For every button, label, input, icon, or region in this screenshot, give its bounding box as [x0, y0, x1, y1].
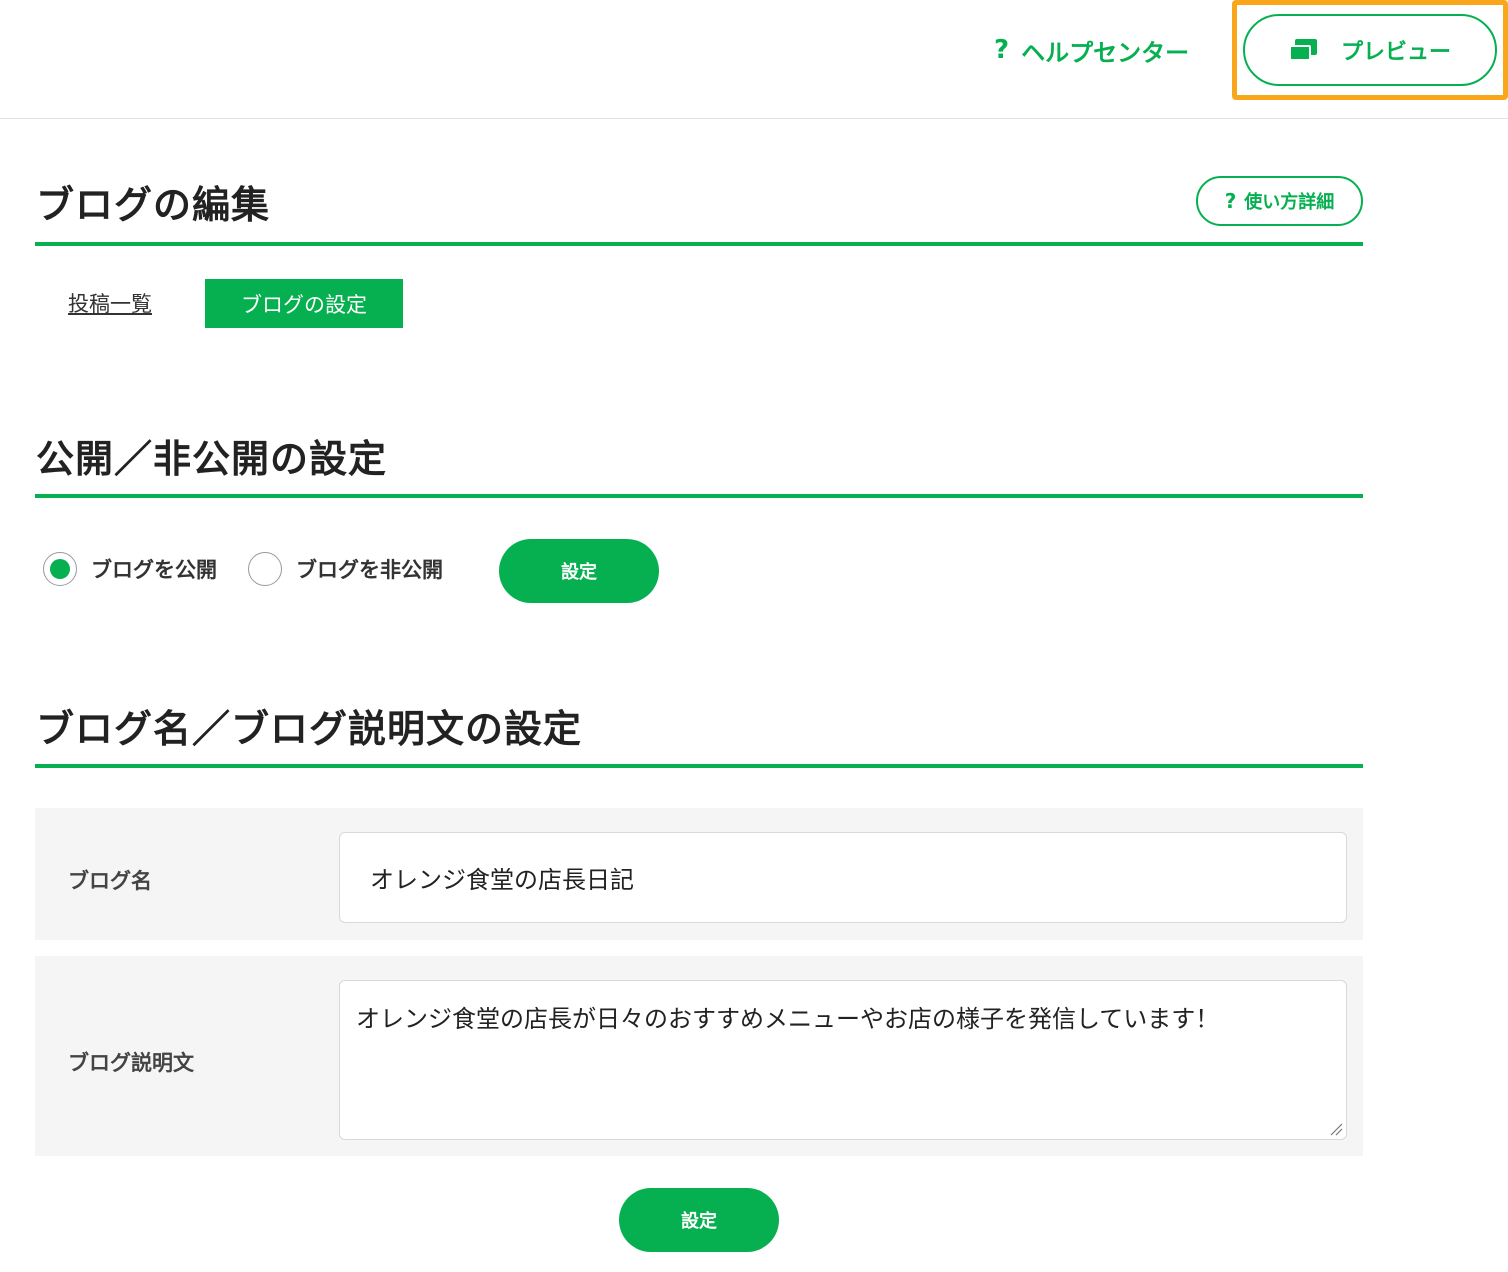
blog-description-text: オレンジ食堂の店長が日々のおすすめメニューやお店の様子を発信しています！ — [356, 1005, 1220, 1033]
title-divider — [35, 242, 1363, 246]
blog-description-label: ブログ説明文 — [68, 1051, 194, 1075]
usage-details-label: 使い方詳細 — [1244, 192, 1335, 213]
preview-button[interactable]: プレビュー — [1243, 14, 1497, 86]
radio-public[interactable]: ブログを公開 — [43, 552, 217, 586]
top-bar: ? ヘルプセンター プレビュー — [0, 0, 1508, 119]
visibility-submit-button[interactable]: 設定 — [499, 539, 659, 603]
blog-description-textarea[interactable]: オレンジ食堂の店長が日々のおすすめメニューやお店の様子を発信しています！ — [339, 980, 1347, 1140]
name-submit-button[interactable]: 設定 — [619, 1188, 779, 1252]
help-question-icon: ? — [994, 35, 1010, 65]
radio-private-circle[interactable] — [248, 552, 282, 586]
name-section-divider — [35, 764, 1363, 768]
visibility-section-title: 公開／非公開の設定 — [36, 437, 388, 481]
blog-name-row: ブログ名 オレンジ食堂の店長日記 — [35, 808, 1363, 940]
radio-private-label: ブログを非公開 — [296, 558, 443, 582]
tab-post-list[interactable]: 投稿一覧 — [68, 288, 152, 318]
help-center-link[interactable]: ? ヘルプセンター — [994, 30, 1189, 70]
help-center-label: ヘルプセンター — [1021, 38, 1190, 67]
question-icon: ? — [1224, 189, 1237, 213]
blog-name-label: ブログ名 — [68, 869, 152, 893]
radio-public-label: ブログを公開 — [91, 558, 217, 582]
radio-private[interactable]: ブログを非公開 — [248, 552, 443, 586]
blog-description-row: ブログ説明文 オレンジ食堂の店長が日々のおすすめメニューやお店の様子を発信してい… — [35, 956, 1363, 1156]
page-title: ブログの編集 — [36, 183, 271, 227]
resize-handle-icon[interactable] — [1329, 1122, 1343, 1136]
visibility-divider — [35, 494, 1363, 498]
name-section-title: ブログ名／ブログ説明文の設定 — [36, 707, 583, 751]
preview-label: プレビュー — [1340, 40, 1451, 65]
blog-name-input[interactable]: オレンジ食堂の店長日記 — [339, 832, 1347, 923]
radio-public-circle[interactable] — [43, 552, 77, 586]
usage-details-button[interactable]: ? 使い方詳細 — [1196, 176, 1363, 226]
radio-selected-dot — [50, 559, 70, 579]
tab-blog-settings[interactable]: ブログの設定 — [205, 279, 403, 328]
preview-icon — [1288, 39, 1319, 61]
